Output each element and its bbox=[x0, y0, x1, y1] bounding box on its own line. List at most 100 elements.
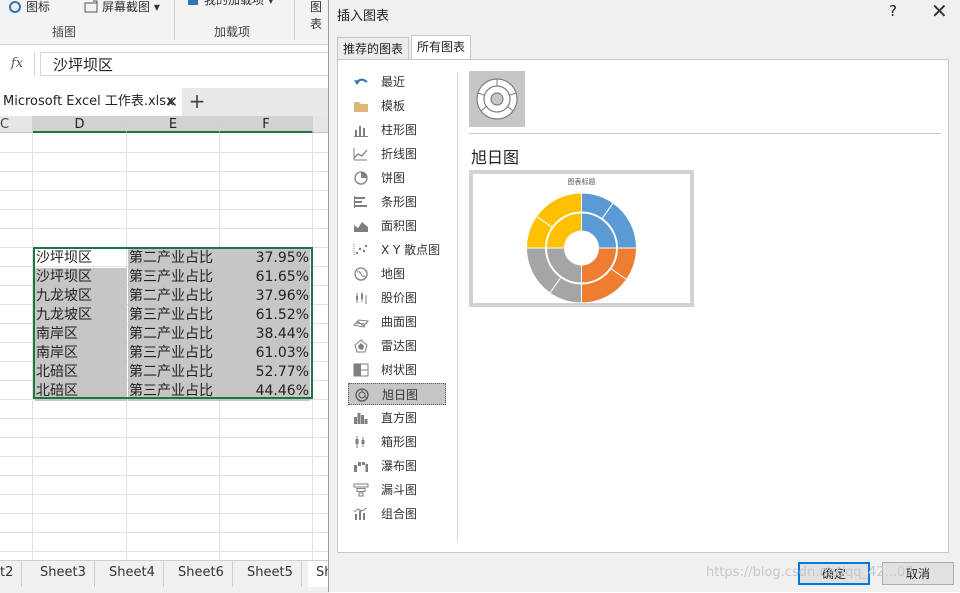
chart-type-label: 股价图 bbox=[381, 291, 418, 305]
chart-type-item[interactable]: 漏斗图 bbox=[348, 479, 446, 501]
tab-all-charts[interactable]: 所有图表 bbox=[411, 35, 472, 60]
chart-type-heading: 旭日图 bbox=[471, 148, 520, 167]
column-chart-icon bbox=[354, 126, 368, 137]
chart-type-label: 雷达图 bbox=[381, 339, 418, 353]
help-button[interactable]: ? bbox=[889, 2, 897, 20]
chart-type-label: X Y 散点图 bbox=[381, 243, 441, 257]
dialog-close-button[interactable]: ✕ bbox=[931, 0, 948, 23]
chart-type-label: 折线图 bbox=[381, 147, 418, 161]
sunburst-subtype-thumbnail[interactable] bbox=[469, 71, 525, 127]
chart-preview-canvas: 图表标题 bbox=[473, 174, 690, 303]
chart-type-label: 曲面图 bbox=[381, 315, 418, 329]
pie-chart-icon bbox=[354, 171, 368, 185]
divider bbox=[457, 72, 458, 542]
formula-bar: fx 沙坪坝区 bbox=[0, 50, 330, 78]
waterfall-chart-icon bbox=[354, 462, 368, 472]
chart-type-label: 直方图 bbox=[381, 411, 418, 425]
chart-type-item[interactable]: 组合图 bbox=[348, 503, 446, 525]
ribbon-icons-button[interactable]: 图标 bbox=[8, 0, 50, 15]
sheet-tab[interactable]: Sheet5 bbox=[239, 561, 302, 587]
ribbon-screenshot-label: 屏幕截图 ▾ bbox=[102, 0, 160, 14]
column-header-c[interactable]: C bbox=[0, 116, 33, 133]
chart-type-item[interactable]: 雷达图 bbox=[348, 335, 446, 357]
area-chart-icon bbox=[354, 222, 368, 232]
chart-type-label: 最近 bbox=[381, 75, 406, 89]
ribbon-group-addins: 加载项 bbox=[214, 25, 251, 39]
close-icon[interactable]: ✕ bbox=[165, 88, 178, 116]
chart-type-item[interactable]: 面积图 bbox=[348, 215, 446, 237]
new-tab-button[interactable]: + bbox=[186, 88, 208, 116]
ribbon-chart-button[interactable]: 图表 bbox=[310, 0, 330, 32]
radar-chart-icon bbox=[354, 339, 368, 353]
chart-type-item[interactable]: 箱形图 bbox=[348, 431, 446, 453]
funnel-chart-icon bbox=[353, 483, 369, 497]
watermark-text: https://blog.csdn.net/qq_42...07 bbox=[706, 565, 914, 580]
sheet-tab-bar: t2 Sheet3 Sheet4 Sheet6 Sheet5 Sh bbox=[0, 560, 342, 593]
column-header-e[interactable]: E bbox=[127, 116, 220, 133]
surface-chart-icon bbox=[353, 319, 369, 328]
ribbon-separator bbox=[294, 0, 295, 40]
chart-type-item[interactable]: 地图 bbox=[348, 263, 446, 285]
chart-type-label: 树状图 bbox=[381, 363, 418, 377]
ribbon: 图标 屏幕截图 ▾ 我的加载项 ▾ 图表 插图 加载项 bbox=[0, 0, 330, 45]
chart-type-item[interactable]: 直方图 bbox=[348, 407, 446, 429]
chart-type-item[interactable]: X Y 散点图 bbox=[348, 239, 446, 261]
chart-type-item[interactable]: 旭日图 bbox=[348, 383, 446, 405]
insert-chart-dialog: 插入图表 ? ✕ 推荐的图表 所有图表 最近 模板 柱形图 折线图 饼图 条形图 面积图 X … bbox=[328, 0, 960, 592]
sunburst-thumbnail-icon bbox=[476, 78, 518, 120]
chart-type-label: 箱形图 bbox=[381, 435, 418, 449]
tab-recommended-charts[interactable]: 推荐的图表 bbox=[337, 37, 410, 60]
chart-type-item[interactable]: 瀑布图 bbox=[348, 455, 446, 477]
sheet-tab[interactable]: Sheet4 bbox=[101, 561, 164, 587]
sheet-tab[interactable]: Sheet6 bbox=[170, 561, 233, 587]
undo-icon bbox=[354, 78, 368, 85]
workbook-tab[interactable]: Microsoft Excel 工作表.xlsx ✕ bbox=[0, 88, 182, 116]
chart-type-item[interactable]: 折线图 bbox=[348, 143, 446, 165]
chart-type-label: 旭日图 bbox=[382, 388, 419, 402]
chart-type-item[interactable]: 柱形图 bbox=[348, 119, 446, 141]
chart-type-item[interactable]: 最近 bbox=[348, 71, 446, 93]
stock-chart-icon bbox=[356, 292, 367, 304]
chart-type-label: 地图 bbox=[381, 267, 406, 281]
treemap-chart-icon bbox=[353, 363, 369, 377]
chart-type-item[interactable]: 曲面图 bbox=[348, 311, 446, 333]
all-charts-panel: 最近 模板 柱形图 折线图 饼图 条形图 面积图 X Y 散点图 地图 股价图 曲面图 雷达图 树状图旭… bbox=[337, 59, 949, 553]
folder-icon bbox=[354, 102, 368, 112]
icon-icon bbox=[9, 0, 21, 13]
scatter-chart-icon bbox=[353, 244, 368, 256]
sheet-tab[interactable]: Sheet3 bbox=[32, 561, 95, 587]
chart-type-item[interactable]: 条形图 bbox=[348, 191, 446, 213]
map-chart-icon bbox=[354, 267, 368, 281]
chart-type-label: 组合图 bbox=[381, 507, 418, 521]
box-whisker-chart-icon bbox=[355, 436, 365, 448]
ribbon-chart-label: 图表 bbox=[310, 0, 323, 31]
insert-function-button[interactable]: fx bbox=[0, 52, 35, 76]
ribbon-my-addins-button[interactable]: 我的加载项 ▾ bbox=[186, 0, 274, 8]
bar-chart-icon bbox=[354, 196, 367, 208]
chart-type-label: 瀑布图 bbox=[381, 459, 418, 473]
chart-type-item[interactable]: 股价图 bbox=[348, 287, 446, 309]
chart-type-item[interactable]: 树状图 bbox=[348, 359, 446, 381]
chart-type-label: 面积图 bbox=[381, 219, 418, 233]
chart-preview[interactable]: 图表标题 bbox=[469, 170, 694, 307]
formula-input[interactable]: 沙坪坝区 bbox=[40, 52, 330, 76]
chart-type-label: 模板 bbox=[381, 99, 406, 113]
ribbon-group-illustrations: 插图 bbox=[52, 25, 77, 39]
selection-border bbox=[33, 247, 313, 399]
divider bbox=[469, 133, 941, 134]
ribbon-separator bbox=[174, 0, 175, 40]
sheet-tab[interactable]: t2 bbox=[0, 561, 23, 587]
column-header-f[interactable]: F bbox=[220, 116, 313, 133]
combo-chart-icon bbox=[353, 507, 368, 520]
addin-icon bbox=[188, 0, 198, 5]
ribbon-icons-label: 图标 bbox=[26, 0, 51, 14]
ribbon-screenshot-button[interactable]: 屏幕截图 ▾ bbox=[84, 0, 160, 15]
chart-type-item[interactable]: 模板 bbox=[348, 95, 446, 117]
histogram-chart-icon bbox=[354, 413, 368, 424]
chart-type-label: 柱形图 bbox=[381, 123, 418, 137]
column-header-d[interactable]: D bbox=[33, 116, 127, 133]
chart-type-label: 饼图 bbox=[381, 171, 406, 185]
sunburst-preview-svg bbox=[525, 192, 638, 303]
chart-type-item[interactable]: 饼图 bbox=[348, 167, 446, 189]
ribbon-my-addins-label: 我的加载项 ▾ bbox=[204, 0, 274, 7]
